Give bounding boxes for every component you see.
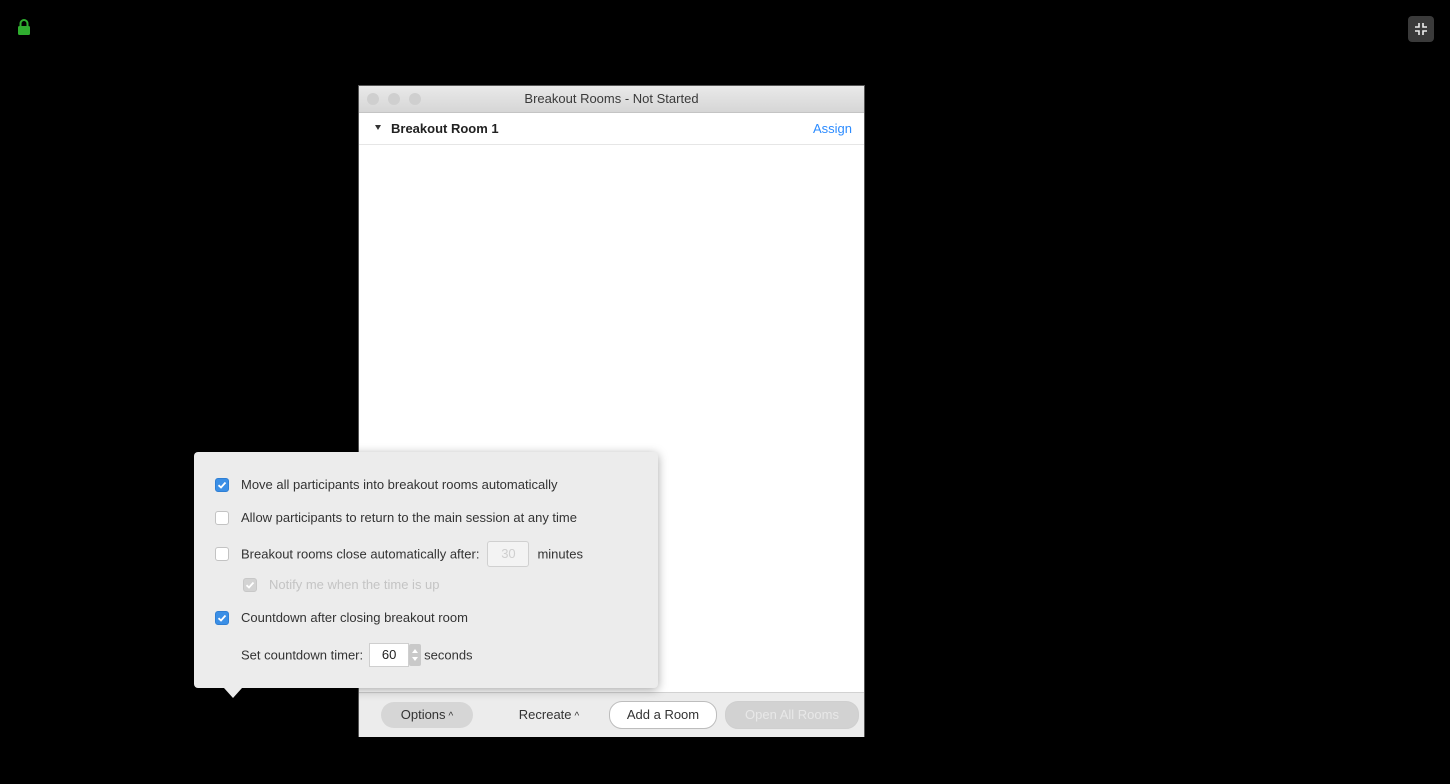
countdown-checkbox[interactable] (215, 610, 229, 625)
option-auto-close[interactable]: Breakout rooms close automatically after… (215, 541, 583, 567)
option-countdown[interactable]: Countdown after closing breakout room (215, 609, 468, 627)
chevron-up-icon: ^ (574, 711, 580, 722)
window-title: Breakout Rooms - Not Started (524, 91, 699, 106)
exit-fullscreen-icon[interactable] (1408, 16, 1434, 42)
auto-close-unit: minutes (537, 546, 583, 562)
options-popover: Move all participants into breakout room… (194, 452, 658, 688)
assign-link[interactable]: Assign (813, 121, 852, 136)
minimize-window-button[interactable] (388, 93, 400, 105)
countdown-label: Countdown after closing breakout room (241, 610, 468, 625)
allow-return-label: Allow participants to return to the main… (241, 510, 577, 525)
recreate-label: Recreate (518, 707, 572, 722)
move-all-checkbox[interactable] (215, 477, 229, 492)
auto-close-checkbox[interactable] (215, 547, 229, 561)
lock-icon[interactable] (17, 18, 31, 36)
recreate-button[interactable]: Recreate ^ (509, 702, 589, 728)
window-footer: Options ^ Recreate ^ Add a Room Open All R… (359, 692, 864, 737)
expand-caret-icon[interactable] (375, 125, 381, 130)
notify-checkbox (243, 577, 257, 592)
move-all-label: Move all participants into breakout room… (241, 477, 558, 492)
countdown-stepper[interactable] (409, 644, 422, 666)
option-notify: Notify me when the time is up (243, 576, 440, 594)
close-window-button[interactable] (367, 93, 379, 105)
auto-close-label: Breakout rooms close automatically after… (241, 546, 480, 562)
auto-close-minutes-input[interactable]: 30 (487, 541, 530, 567)
option-countdown-timer: Set countdown timer: 60 seconds (241, 643, 473, 667)
window-controls (367, 93, 421, 105)
notify-label: Notify me when the time is up (269, 577, 440, 592)
add-room-button[interactable]: Add a Room (609, 701, 717, 729)
countdown-seconds-input[interactable]: 60 (369, 643, 410, 667)
countdown-unit: seconds (424, 647, 473, 663)
option-move-all[interactable]: Move all participants into breakout room… (215, 476, 557, 494)
zoom-window-button[interactable] (409, 93, 421, 105)
breakout-room-row[interactable]: Breakout Room 1 Assign (359, 113, 864, 145)
allow-return-checkbox[interactable] (215, 510, 229, 525)
popover-arrow (224, 688, 242, 698)
option-allow-return[interactable]: Allow participants to return to the main… (215, 509, 577, 527)
room-name: Breakout Room 1 (391, 121, 499, 136)
chevron-up-icon: ^ (448, 711, 454, 722)
options-label: Options (400, 707, 446, 722)
options-button[interactable]: Options ^ (381, 702, 473, 728)
window-titlebar[interactable]: Breakout Rooms - Not Started (359, 86, 864, 113)
open-all-rooms-button[interactable]: Open All Rooms (725, 701, 859, 729)
countdown-timer-label: Set countdown timer: (241, 647, 364, 663)
